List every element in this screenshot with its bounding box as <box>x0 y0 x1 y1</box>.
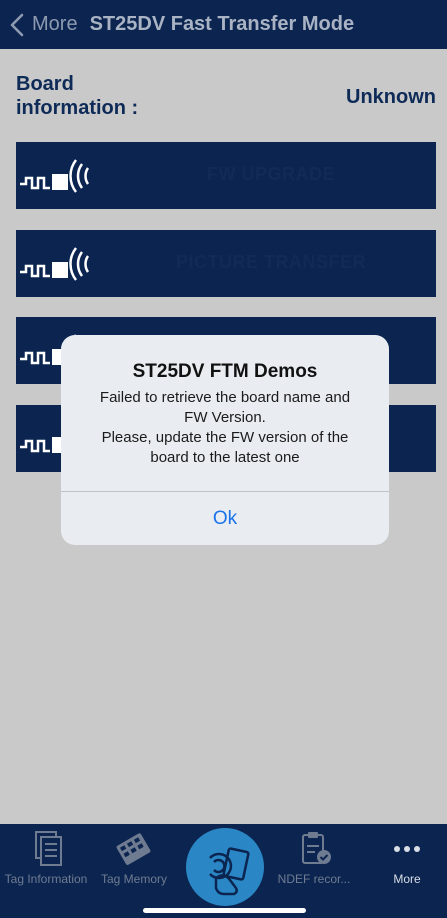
tab-label: More <box>393 872 421 886</box>
alert-dialog: ST25DV FTM Demos Failed to retrieve the … <box>61 335 389 545</box>
memory-chip-icon <box>116 833 151 865</box>
nfc-tag-icon <box>20 247 90 281</box>
tab-bar: Tag Information Tag Memory NDEF recor...… <box>0 824 447 918</box>
board-info-row: Board information : Unknown <box>16 72 436 122</box>
documents-icon <box>35 831 62 866</box>
back-label: More <box>32 13 78 35</box>
demo-button-label: PICTURE TRANSFER <box>175 252 366 272</box>
chevron-left-icon <box>10 13 24 36</box>
alert-message-line: FW Version. <box>184 409 266 426</box>
tab-more[interactable]: More <box>372 824 442 894</box>
home-indicator[interactable] <box>143 908 306 913</box>
ok-button[interactable]: Ok <box>61 492 389 545</box>
demo-button-label: FW UPGRADE <box>207 164 335 184</box>
board-info-value: Unknown <box>346 86 436 108</box>
demo-button-picture-transfer[interactable]: PICTURE TRANSFER <box>16 230 436 297</box>
alert-title: ST25DV FTM Demos <box>132 361 318 382</box>
tab-label: NDEF recor... <box>277 872 351 886</box>
nav-bar: More ST25DV Fast Transfer Mode <box>0 0 447 49</box>
alert-message-line: Please, update the FW version of the <box>101 429 349 446</box>
nfc-scan-icon <box>187 829 263 905</box>
tab-center-scan-button[interactable] <box>186 828 264 906</box>
page-title: ST25DV Fast Transfer Mode <box>89 13 355 35</box>
tab-tag-information[interactable]: Tag Information <box>0 824 92 894</box>
alert-message-line: Failed to retrieve the board name and <box>99 389 351 406</box>
alert-message-line: board to the latest one <box>150 449 300 466</box>
alert-message: Failed to retrieve the board name and FW… <box>77 388 373 468</box>
more-dots-icon <box>394 846 420 852</box>
demo-button-fw-upgrade[interactable]: FW UPGRADE <box>16 142 436 209</box>
board-info-label: Board information : <box>16 73 139 119</box>
tab-tag-memory[interactable]: Tag Memory <box>96 824 172 894</box>
tab-label: Tag Memory <box>100 872 168 886</box>
tab-ndef-records[interactable]: NDEF recor... <box>272 824 356 894</box>
nfc-tag-icon <box>20 159 90 193</box>
tab-label: Tag Information <box>4 872 88 886</box>
clipboard-check-icon <box>302 832 331 864</box>
back-button[interactable]: More <box>10 13 78 37</box>
